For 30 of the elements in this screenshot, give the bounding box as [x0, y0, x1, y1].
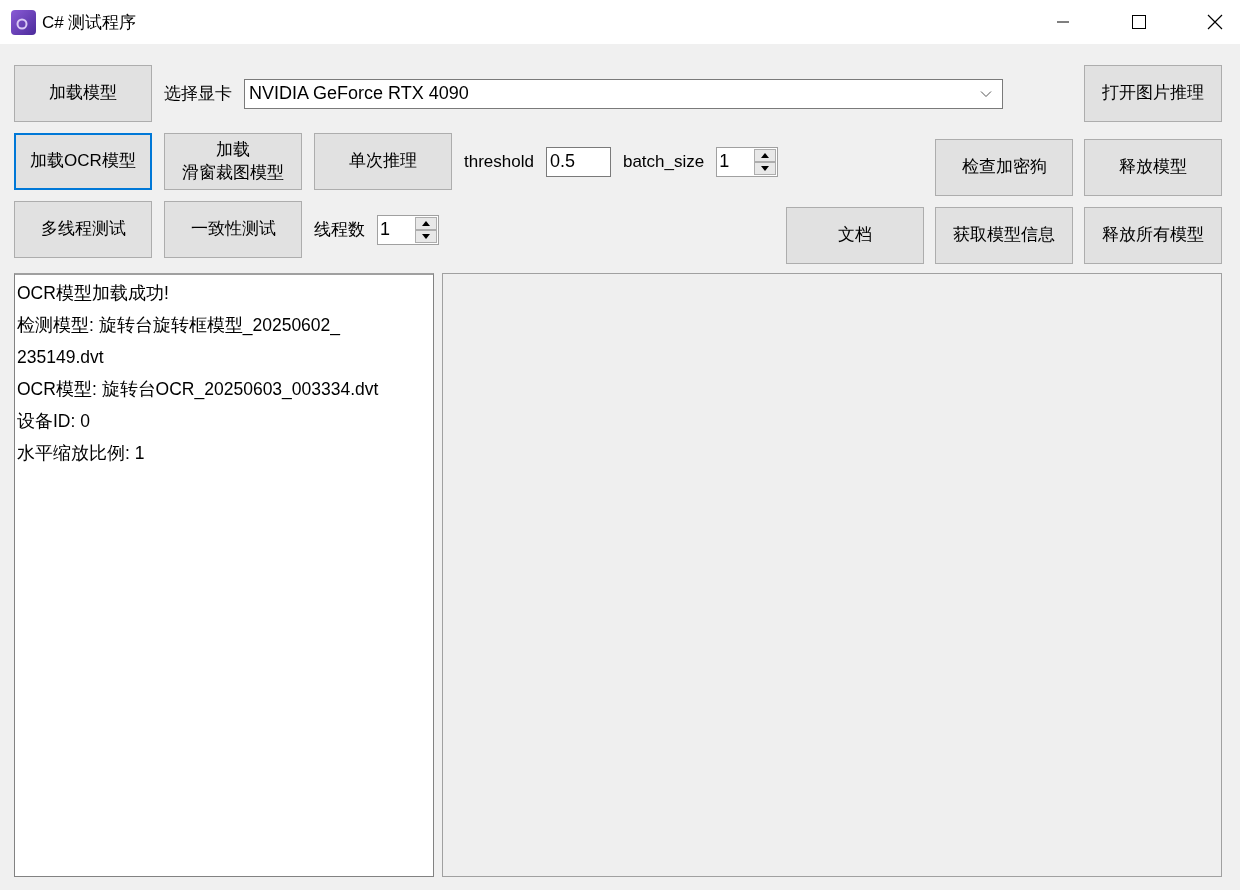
field-label: batch_size: [622, 151, 705, 172]
button[interactable]: 获取模型信息: [935, 207, 1073, 264]
button[interactable]: 释放模型: [1084, 139, 1222, 196]
window-title: C# 测试程序: [42, 11, 137, 34]
log-line: OCR模型加载成功!: [17, 282, 170, 305]
log-textbox[interactable]: OCR模型加载成功! 检测模型: 旋转台旋转框模型_20250602_ 235149.dvt OCR模型: 旋转台OCR_20250603_003334.dvt 设备ID: 0 水平缩放比例: 1: [14, 273, 434, 877]
log-line: 检测模型: 旋转台旋转框模型_20250602_: [17, 314, 342, 338]
log-line: 设备ID: 0: [17, 410, 91, 433]
button[interactable]: 释放所有模型: [1084, 207, 1222, 264]
button[interactable]: 单次推理: [314, 133, 452, 190]
button[interactable]: 加载模型: [14, 65, 152, 122]
field-label: 线程数: [314, 219, 365, 241]
button[interactable]: 一致性测试: [164, 201, 302, 258]
number-spinner[interactable]: 1: [377, 214, 439, 245]
app-icon: [11, 9, 36, 35]
field-label: 选择显卡: [164, 83, 232, 105]
button[interactable]: 检查加密狗: [935, 139, 1073, 196]
button[interactable]: 加载OCR模型: [14, 133, 152, 190]
gpu-dropdown[interactable]: NVIDIA GeForce RTX 4090: [244, 78, 1003, 109]
chevron-down-icon: [980, 89, 992, 98]
button[interactable]: 打开图片推理: [1084, 65, 1222, 122]
input-field[interactable]: 0.5: [545, 146, 611, 177]
log-line: 235149.dvt: [17, 346, 105, 369]
log-line: 水平缩放比例: 1: [17, 442, 146, 465]
log-line: OCR模型: 旋转台OCR_20250603_003334.dvt: [17, 378, 380, 402]
button[interactable]: 文档: [786, 207, 924, 264]
button[interactable]: 多线程测试: [14, 201, 152, 258]
number-spinner[interactable]: 1: [716, 146, 779, 177]
field-label: threshold: [464, 151, 534, 172]
button[interactable]: 加载 滑窗裁图模型: [164, 133, 302, 190]
